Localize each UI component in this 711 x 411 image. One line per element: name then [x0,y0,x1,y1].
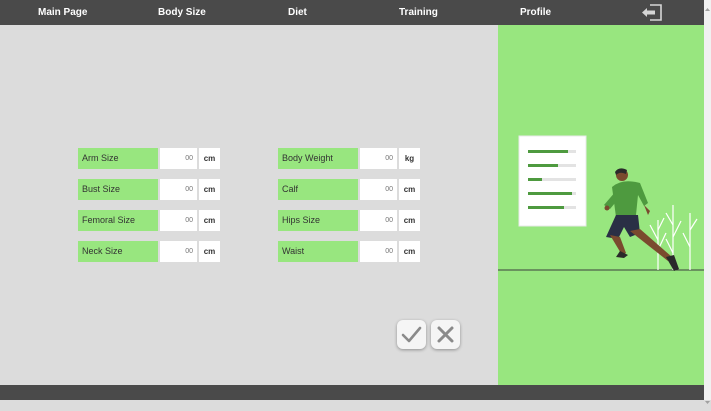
vertical-scrollbar[interactable] [704,0,711,404]
body-weight-input[interactable] [360,148,397,169]
top-navigation-bar: Main Page Body Size Diet Training Profil… [0,0,704,25]
bust-size-input[interactable] [160,179,197,200]
runner-illustration [498,135,704,271]
arm-size-input[interactable] [160,148,197,169]
hips-size-input[interactable] [360,210,397,231]
nav-training[interactable]: Training [399,0,438,25]
femoral-size-input[interactable] [160,210,197,231]
close-icon [437,326,454,343]
unit-label: cm [399,241,420,262]
unit-label: cm [199,210,220,231]
unit-label: kg [399,148,420,169]
field-label: Waist [278,241,358,262]
unit-label: cm [399,179,420,200]
nav-diet[interactable]: Diet [288,0,307,25]
unit-label: cm [399,210,420,231]
footer-bar [0,385,704,400]
unit-label: cm [199,148,220,169]
field-label: Bust Size [78,179,158,200]
nav-profile[interactable]: Profile [520,0,551,25]
logout-icon[interactable] [641,4,663,21]
scroll-down-arrow-icon[interactable] [704,393,711,404]
nav-main-page[interactable]: Main Page [38,0,87,25]
unit-label: cm [199,241,220,262]
cancel-button[interactable] [431,320,460,349]
field-label: Hips Size [278,210,358,231]
calf-input[interactable] [360,179,397,200]
scroll-up-arrow-icon[interactable] [704,0,711,11]
field-label: Femoral Size [78,210,158,231]
runner-illustration-panel [498,25,704,385]
check-icon [401,326,422,343]
nav-body-size[interactable]: Body Size [158,0,206,25]
field-label: Arm Size [78,148,158,169]
field-label: Neck Size [78,241,158,262]
waist-input[interactable] [360,241,397,262]
confirm-button[interactable] [397,320,426,349]
field-label: Calf [278,179,358,200]
neck-size-input[interactable] [160,241,197,262]
field-label: Body Weight [278,148,358,169]
unit-label: cm [199,179,220,200]
